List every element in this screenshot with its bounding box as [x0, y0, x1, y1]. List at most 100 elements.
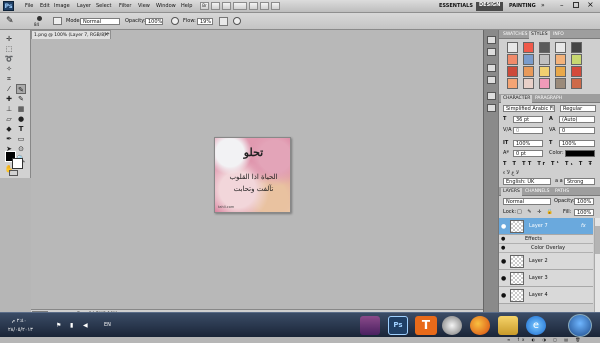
lasso-tool[interactable]: ➰	[4, 54, 14, 64]
style-swatch[interactable]	[523, 66, 534, 77]
action-center-icon[interactable]: ⚑	[56, 322, 61, 329]
workspace-design[interactable]: DESIGN	[476, 2, 504, 11]
history-panel-icon[interactable]	[487, 36, 496, 44]
brush-size-picker[interactable]: 84	[31, 15, 49, 28]
marquee-tool[interactable]: ⬚	[4, 44, 14, 54]
tab-paragraph[interactable]: PARAGRAPH	[533, 95, 564, 103]
style-swatch[interactable]	[571, 42, 582, 53]
menu-view[interactable]: View	[138, 3, 150, 10]
style-swatch[interactable]	[539, 78, 550, 89]
eye-icon[interactable]: ●	[501, 275, 506, 282]
opacity-field[interactable]: 100%	[145, 18, 163, 25]
type-tool[interactable]: T	[16, 124, 26, 134]
history-brush-tool[interactable]: ✎	[16, 94, 26, 104]
eye-icon[interactable]: ●	[501, 223, 506, 230]
t-app-taskbar-icon[interactable]: T	[415, 316, 437, 335]
shape-tool[interactable]: ▭	[16, 134, 26, 144]
crop-tool[interactable]: ⌗	[4, 74, 14, 84]
actions-panel-icon[interactable]	[487, 48, 496, 56]
layer-row[interactable]: ● Layer 4	[499, 287, 593, 304]
3d-camera-tool[interactable]: ⊙	[16, 144, 26, 154]
style-swatch[interactable]	[539, 42, 550, 53]
tab-channels[interactable]: CHANNELS	[523, 188, 552, 196]
layers-bottom-buttons[interactable]: ∞ fx ◐ ◑ ▢ ▤ 🗑	[507, 336, 583, 343]
gradient-tool[interactable]: ▦	[16, 104, 26, 114]
tab-character[interactable]: CHARACTER	[501, 95, 533, 103]
menu-window[interactable]: Window	[156, 3, 176, 10]
style-swatch[interactable]	[507, 42, 518, 53]
language-select[interactable]: English: UK	[503, 178, 551, 185]
pen-tool[interactable]: ✒	[4, 134, 14, 144]
rotate-view-button[interactable]	[260, 2, 269, 10]
opacity-pressure-icon[interactable]	[171, 17, 179, 25]
tracking-field[interactable]: 0	[559, 127, 595, 134]
menu-file[interactable]: File	[25, 3, 33, 10]
quick-mask-icon[interactable]	[9, 170, 18, 176]
type-style-buttons[interactable]: T T TT Tr T¹ T₁ T Ŧ	[503, 161, 594, 168]
brush-panel-icon[interactable]	[53, 17, 62, 25]
effects-row[interactable]: ● Effects	[499, 235, 593, 244]
dodge-tool[interactable]: ●	[16, 114, 26, 124]
firefox-taskbar-icon[interactable]	[470, 316, 490, 335]
minimize-icon[interactable]: –	[560, 1, 564, 9]
style-swatch[interactable]	[507, 66, 518, 77]
style-swatch[interactable]	[507, 54, 518, 65]
style-swatch[interactable]	[539, 66, 550, 77]
layer-row[interactable]: ● Layer 3	[499, 270, 593, 287]
brush-tool-selected[interactable]: ✎	[16, 84, 26, 94]
layer-comps-icon[interactable]	[487, 104, 496, 112]
menu-image[interactable]: Image	[54, 3, 70, 10]
network-icon[interactable]: ▮	[70, 322, 73, 329]
style-swatch[interactable]	[571, 66, 582, 77]
horizontal-scale-field[interactable]: 100%	[559, 140, 595, 147]
tab-styles[interactable]: STYLES	[529, 31, 550, 39]
ligature-buttons[interactable]: ﻻ ع ﻵ ء	[503, 170, 519, 177]
style-swatch[interactable]	[571, 78, 582, 89]
eyedropper-tool[interactable]: ⁄	[4, 84, 14, 94]
text-color-swatch[interactable]	[565, 150, 595, 157]
leading-field[interactable]: (Auto)	[559, 116, 595, 123]
workspace-essentials[interactable]: ESSENTIALS	[439, 3, 473, 10]
ie-taskbar-icon[interactable]: e	[526, 316, 546, 335]
fx-icon[interactable]: fx	[581, 223, 586, 230]
style-swatch[interactable]	[507, 78, 518, 89]
airbrush-icon[interactable]	[219, 17, 228, 26]
photoshop-taskbar-icon[interactable]: Ps	[388, 316, 408, 335]
healing-tool[interactable]: ✚	[4, 94, 14, 104]
layer-blend-mode-select[interactable]: Normal	[503, 198, 551, 205]
close-icon[interactable]: ×	[587, 0, 594, 9]
blur-tool[interactable]: ◆	[4, 124, 14, 134]
eye-icon[interactable]: ●	[501, 292, 506, 299]
media-player-taskbar-icon[interactable]	[442, 316, 462, 335]
style-swatch[interactable]	[555, 54, 566, 65]
tab-layers[interactable]: LAYERS	[501, 188, 522, 196]
eye-icon[interactable]: ●	[501, 245, 505, 251]
style-swatch[interactable]	[539, 54, 550, 65]
font-style-select[interactable]: Regular	[560, 105, 596, 112]
antialias-select[interactable]: Strong	[564, 178, 595, 185]
menu-select[interactable]: Select	[96, 3, 111, 10]
layer-row-selected[interactable]: ● Layer 7 fx	[499, 218, 593, 235]
brush-panel-dock-icon[interactable]	[487, 64, 496, 72]
move-tool[interactable]: ✛	[4, 34, 14, 44]
tab-info[interactable]: INFO	[551, 31, 566, 39]
restore-icon[interactable]	[573, 2, 579, 8]
clone-source-icon[interactable]	[487, 76, 496, 84]
zoom-level-button[interactable]	[233, 2, 247, 10]
font-size-field[interactable]: 36 pt	[513, 116, 543, 123]
winrar-taskbar-icon[interactable]	[360, 316, 380, 335]
style-swatch[interactable]	[523, 42, 534, 53]
clone-stamp-tool[interactable]: ⊥	[4, 104, 14, 114]
style-swatch[interactable]	[555, 42, 566, 53]
minibridge-button[interactable]	[211, 2, 220, 10]
eye-icon[interactable]: ●	[501, 258, 506, 265]
layer-opacity-field[interactable]: 100%	[574, 198, 594, 205]
document-close-icon[interactable]: ×	[104, 31, 109, 38]
menu-filter[interactable]: Filter	[119, 3, 131, 10]
style-swatch[interactable]	[523, 78, 534, 89]
tab-swatches[interactable]: SWATCHES	[501, 31, 530, 39]
document-image[interactable]: تحلو الحياة اذا القلوب تآلفت وتحابت tahl…	[214, 137, 291, 213]
style-swatch[interactable]	[555, 78, 566, 89]
menu-layer[interactable]: Layer	[77, 3, 91, 10]
menu-help[interactable]: Help	[181, 3, 192, 10]
